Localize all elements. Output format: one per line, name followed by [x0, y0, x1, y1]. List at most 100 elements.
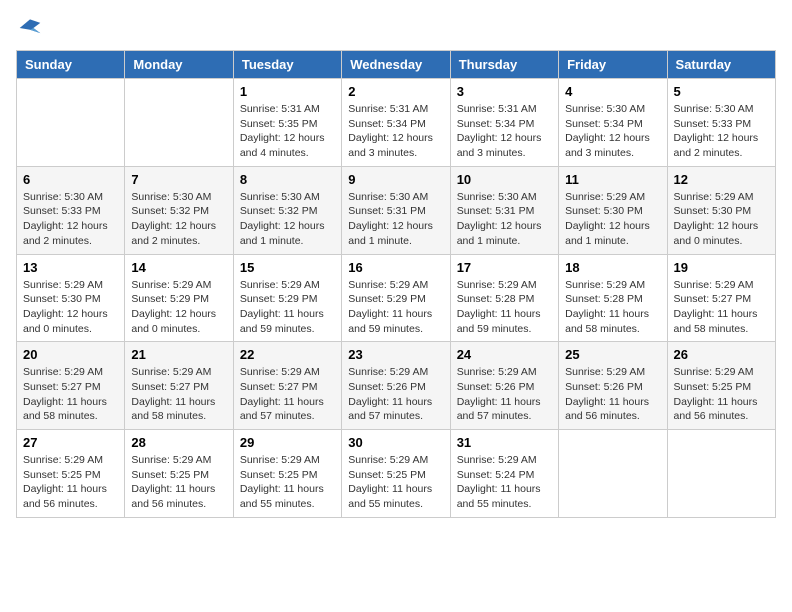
day-number: 10 [457, 172, 552, 187]
day-number: 6 [23, 172, 118, 187]
day-detail: Sunrise: 5:29 AM Sunset: 5:26 PM Dayligh… [348, 365, 443, 424]
day-detail: Sunrise: 5:30 AM Sunset: 5:33 PM Dayligh… [23, 190, 118, 249]
day-number: 14 [131, 260, 226, 275]
calendar-cell: 22 Sunrise: 5:29 AM Sunset: 5:27 PM Dayli… [233, 342, 341, 430]
calendar-cell: 18 Sunrise: 5:29 AM Sunset: 5:28 PM Dayli… [559, 254, 667, 342]
calendar-cell: 7 Sunrise: 5:30 AM Sunset: 5:32 PM Daylig… [125, 166, 233, 254]
calendar-week-row: 20 Sunrise: 5:29 AM Sunset: 5:27 PM Dayli… [17, 342, 776, 430]
logo-bird-icon [16, 16, 44, 40]
calendar-week-row: 6 Sunrise: 5:30 AM Sunset: 5:33 PM Daylig… [17, 166, 776, 254]
day-detail: Sunrise: 5:29 AM Sunset: 5:25 PM Dayligh… [348, 453, 443, 512]
day-detail: Sunrise: 5:29 AM Sunset: 5:27 PM Dayligh… [131, 365, 226, 424]
day-number: 19 [674, 260, 769, 275]
day-detail: Sunrise: 5:29 AM Sunset: 5:27 PM Dayligh… [674, 278, 769, 337]
weekday-header: Sunday [17, 51, 125, 79]
calendar-cell: 14 Sunrise: 5:29 AM Sunset: 5:29 PM Dayli… [125, 254, 233, 342]
day-number: 26 [674, 347, 769, 362]
day-detail: Sunrise: 5:29 AM Sunset: 5:25 PM Dayligh… [131, 453, 226, 512]
day-number: 25 [565, 347, 660, 362]
weekday-header: Tuesday [233, 51, 341, 79]
calendar-week-row: 1 Sunrise: 5:31 AM Sunset: 5:35 PM Daylig… [17, 79, 776, 167]
calendar-cell: 8 Sunrise: 5:30 AM Sunset: 5:32 PM Daylig… [233, 166, 341, 254]
day-number: 5 [674, 84, 769, 99]
day-detail: Sunrise: 5:30 AM Sunset: 5:33 PM Dayligh… [674, 102, 769, 161]
day-detail: Sunrise: 5:29 AM Sunset: 5:27 PM Dayligh… [23, 365, 118, 424]
calendar-cell: 16Sunrise: 5:29 AM Sunset: 5:29 PM Dayli… [342, 254, 450, 342]
calendar-cell: 29 Sunrise: 5:29 AM Sunset: 5:25 PM Dayli… [233, 430, 341, 518]
day-detail: Sunrise: 5:29 AM Sunset: 5:28 PM Dayligh… [565, 278, 660, 337]
calendar-cell [667, 430, 775, 518]
day-number: 8 [240, 172, 335, 187]
calendar-cell: 27 Sunrise: 5:29 AM Sunset: 5:25 PM Dayli… [17, 430, 125, 518]
day-number: 13 [23, 260, 118, 275]
day-detail: Sunrise: 5:31 AM Sunset: 5:34 PM Dayligh… [348, 102, 443, 161]
calendar-cell: 3 Sunrise: 5:31 AM Sunset: 5:34 PM Daylig… [450, 79, 558, 167]
day-number: 31 [457, 435, 552, 450]
day-detail: Sunrise: 5:29 AM Sunset: 5:28 PM Dayligh… [457, 278, 552, 337]
day-detail: Sunrise: 5:29 AM Sunset: 5:26 PM Dayligh… [565, 365, 660, 424]
calendar-cell: 28 Sunrise: 5:29 AM Sunset: 5:25 PM Dayli… [125, 430, 233, 518]
day-detail: Sunrise: 5:29 AM Sunset: 5:25 PM Dayligh… [240, 453, 335, 512]
calendar-cell [125, 79, 233, 167]
day-number: 20 [23, 347, 118, 362]
calendar-cell: 25 Sunrise: 5:29 AM Sunset: 5:26 PM Dayli… [559, 342, 667, 430]
calendar-week-row: 13 Sunrise: 5:29 AM Sunset: 5:30 PM Dayli… [17, 254, 776, 342]
weekday-header: Wednesday [342, 51, 450, 79]
calendar-cell: 9 Sunrise: 5:30 AM Sunset: 5:31 PM Daylig… [342, 166, 450, 254]
calendar-cell: 11 Sunrise: 5:29 AM Sunset: 5:30 PM Dayli… [559, 166, 667, 254]
day-detail: Sunrise: 5:30 AM Sunset: 5:31 PM Dayligh… [457, 190, 552, 249]
day-number: 23 [348, 347, 443, 362]
day-detail: Sunrise: 5:29 AM Sunset: 5:29 PM Dayligh… [240, 278, 335, 337]
day-number: 17 [457, 260, 552, 275]
day-detail: Sunrise: 5:29 AM Sunset: 5:25 PM Dayligh… [23, 453, 118, 512]
day-detail: Sunrise: 5:29 AM Sunset: 5:26 PM Dayligh… [457, 365, 552, 424]
calendar-cell: 1 Sunrise: 5:31 AM Sunset: 5:35 PM Daylig… [233, 79, 341, 167]
day-number: 27 [23, 435, 118, 450]
calendar-cell: 24 Sunrise: 5:29 AM Sunset: 5:26 PM Dayli… [450, 342, 558, 430]
calendar-cell [17, 79, 125, 167]
day-detail: Sunrise: 5:29 AM Sunset: 5:30 PM Dayligh… [23, 278, 118, 337]
day-number: 12 [674, 172, 769, 187]
day-number: 9 [348, 172, 443, 187]
page-header [16, 16, 776, 40]
day-detail: Sunrise: 5:29 AM Sunset: 5:30 PM Dayligh… [565, 190, 660, 249]
calendar-header-row: SundayMondayTuesdayWednesdayThursdayFrid… [17, 51, 776, 79]
day-number: 4 [565, 84, 660, 99]
calendar-cell: 20 Sunrise: 5:29 AM Sunset: 5:27 PM Dayli… [17, 342, 125, 430]
day-detail: Sunrise: 5:31 AM Sunset: 5:34 PM Dayligh… [457, 102, 552, 161]
calendar-cell: 31 Sunrise: 5:29 AM Sunset: 5:24 PM Dayli… [450, 430, 558, 518]
day-number: 18 [565, 260, 660, 275]
calendar-cell: 4 Sunrise: 5:30 AM Sunset: 5:34 PM Daylig… [559, 79, 667, 167]
calendar-cell: 12Sunrise: 5:29 AM Sunset: 5:30 PM Dayli… [667, 166, 775, 254]
weekday-header: Thursday [450, 51, 558, 79]
day-detail: Sunrise: 5:29 AM Sunset: 5:25 PM Dayligh… [674, 365, 769, 424]
day-detail: Sunrise: 5:29 AM Sunset: 5:24 PM Dayligh… [457, 453, 552, 512]
day-number: 2 [348, 84, 443, 99]
day-detail: Sunrise: 5:30 AM Sunset: 5:32 PM Dayligh… [240, 190, 335, 249]
day-detail: Sunrise: 5:30 AM Sunset: 5:34 PM Dayligh… [565, 102, 660, 161]
day-number: 11 [565, 172, 660, 187]
calendar-cell: 19 Sunrise: 5:29 AM Sunset: 5:27 PM Dayli… [667, 254, 775, 342]
weekday-header: Saturday [667, 51, 775, 79]
calendar-week-row: 27 Sunrise: 5:29 AM Sunset: 5:25 PM Dayli… [17, 430, 776, 518]
day-detail: Sunrise: 5:30 AM Sunset: 5:32 PM Dayligh… [131, 190, 226, 249]
calendar-cell: 13 Sunrise: 5:29 AM Sunset: 5:30 PM Dayli… [17, 254, 125, 342]
calendar-cell: 2 Sunrise: 5:31 AM Sunset: 5:34 PM Daylig… [342, 79, 450, 167]
calendar-cell: 5 Sunrise: 5:30 AM Sunset: 5:33 PM Daylig… [667, 79, 775, 167]
day-detail: Sunrise: 5:29 AM Sunset: 5:29 PM Dayligh… [131, 278, 226, 337]
day-number: 24 [457, 347, 552, 362]
day-number: 30 [348, 435, 443, 450]
calendar-cell [559, 430, 667, 518]
weekday-header: Friday [559, 51, 667, 79]
day-number: 22 [240, 347, 335, 362]
day-number: 28 [131, 435, 226, 450]
day-detail: Sunrise: 5:31 AM Sunset: 5:35 PM Dayligh… [240, 102, 335, 161]
day-detail: Sunrise: 5:30 AM Sunset: 5:31 PM Dayligh… [348, 190, 443, 249]
weekday-header: Monday [125, 51, 233, 79]
calendar-cell: 26 Sunrise: 5:29 AM Sunset: 5:25 PM Dayli… [667, 342, 775, 430]
day-detail: Sunrise: 5:29 AM Sunset: 5:27 PM Dayligh… [240, 365, 335, 424]
day-number: 29 [240, 435, 335, 450]
day-number: 3 [457, 84, 552, 99]
day-number: 7 [131, 172, 226, 187]
day-number: 1 [240, 84, 335, 99]
